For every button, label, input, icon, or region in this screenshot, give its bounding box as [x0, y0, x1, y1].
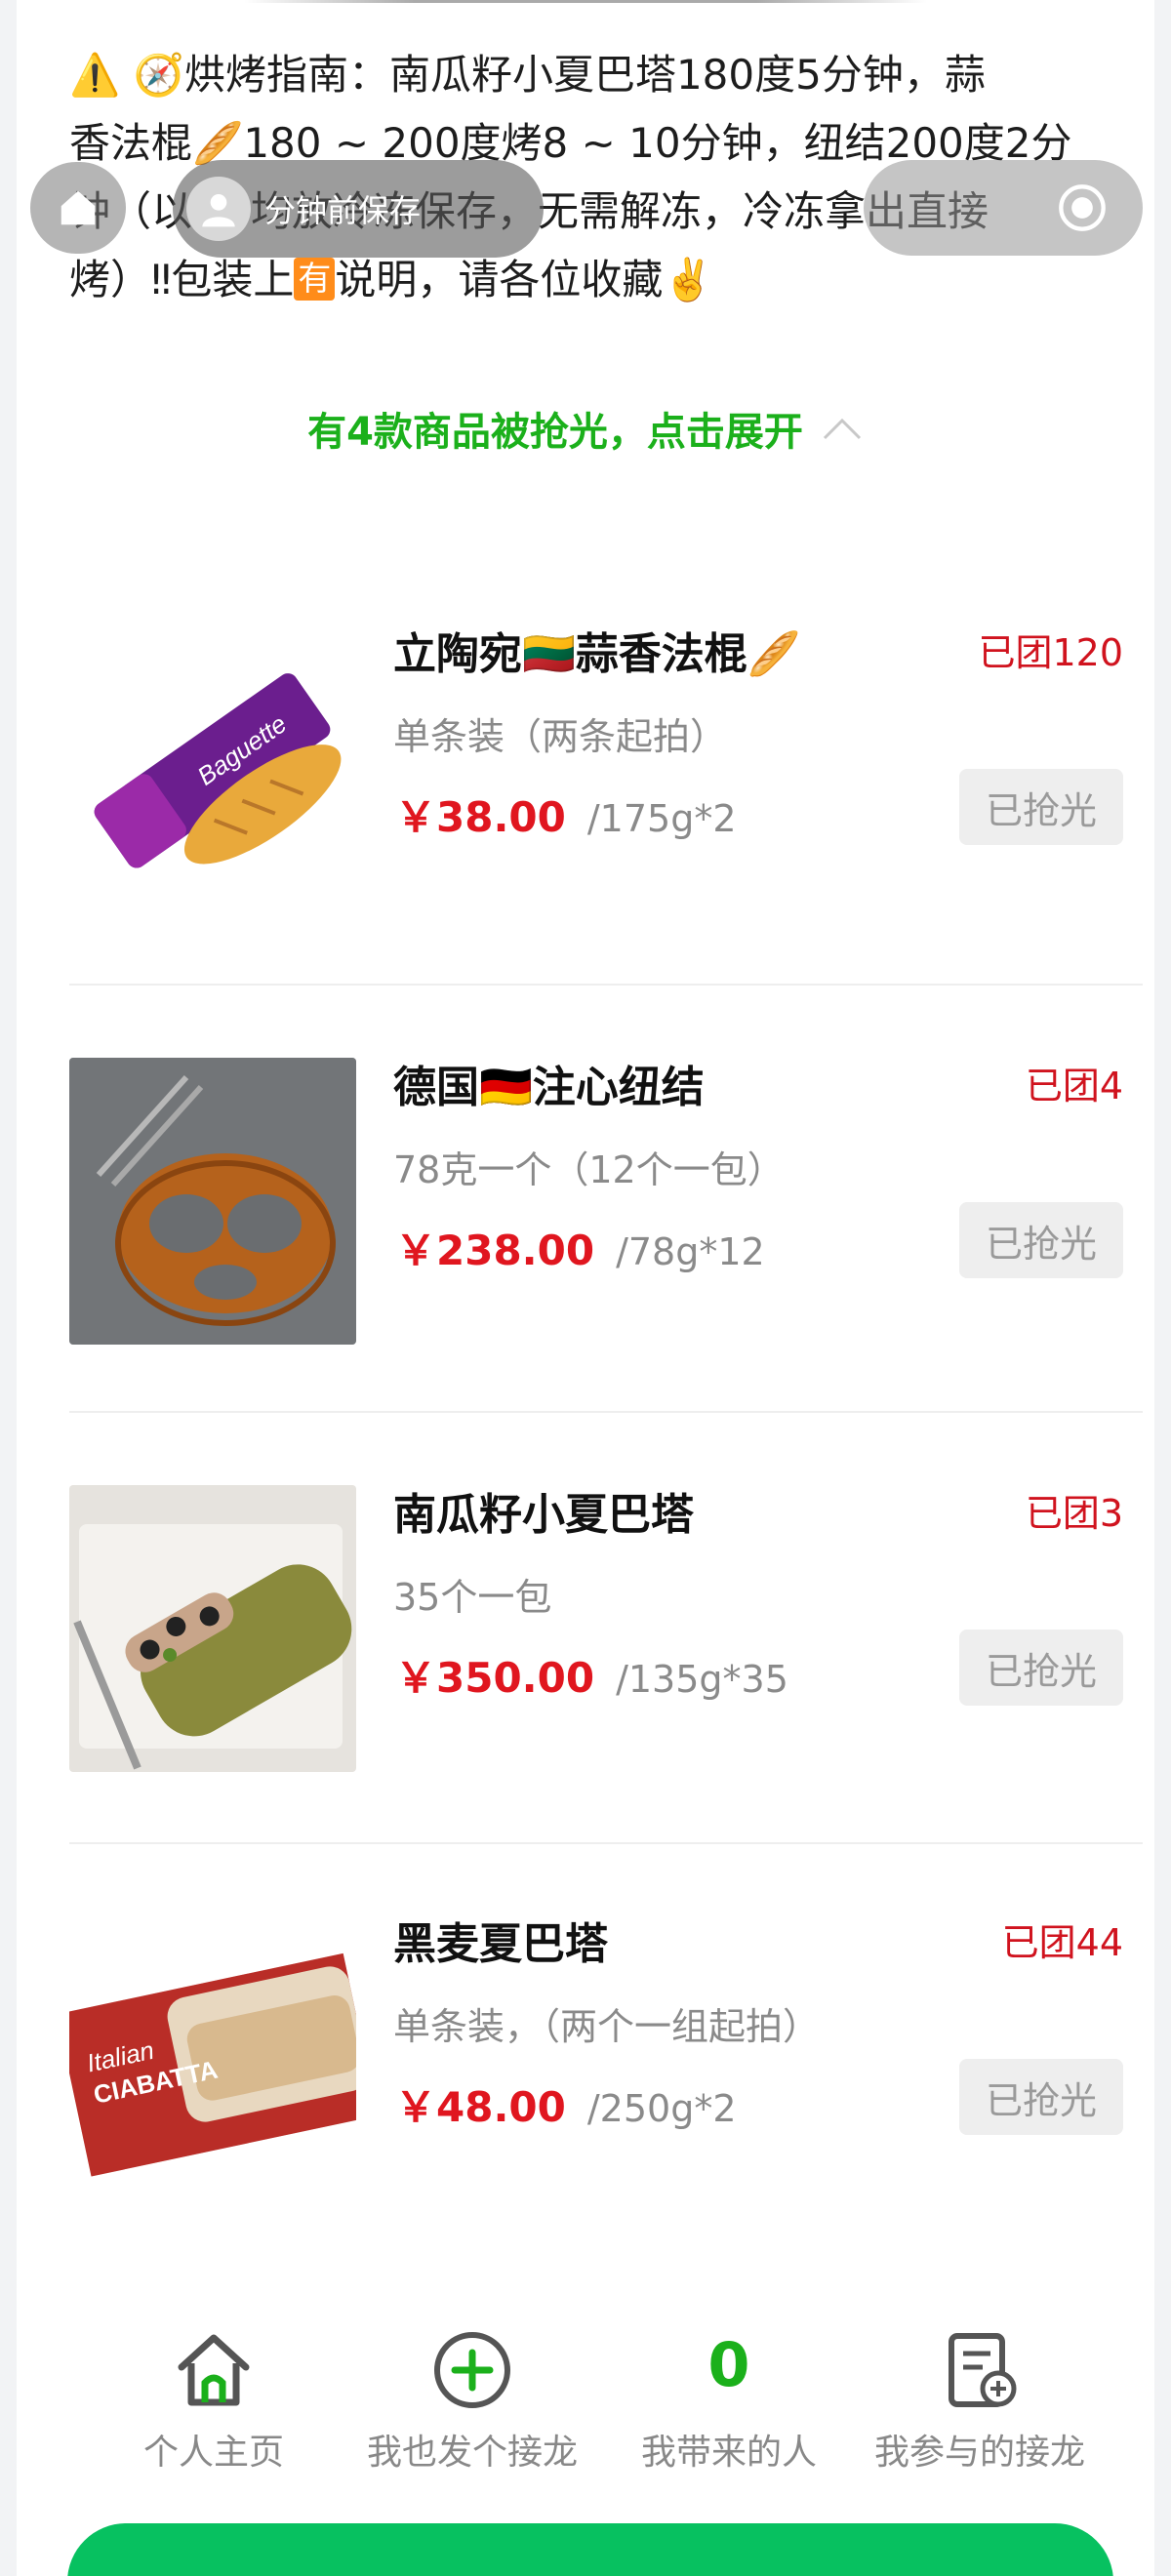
compass-icon: 🧭 [133, 51, 184, 99]
nav-label-joined: 我参与的接龙 [873, 2433, 1085, 2473]
chevron-up-icon [823, 418, 861, 440]
divider [69, 984, 1143, 986]
soldout-button[interactable]: 已抢光 [959, 1202, 1123, 1278]
warning-icon: ⚠️ [69, 51, 121, 99]
product-image-rye-ciabatta: Italian CIABATTA [69, 1914, 356, 2201]
product-card[interactable]: Baguette 立陶宛🇱🇹蒜香法棍🥖 已团120 单条装（两条起拍） ￥38.… [69, 624, 1141, 1054]
product-card[interactable]: 南瓜籽小夏巴塔 已团3 35个一包 ￥350.00 /135g*35 已抢光 [69, 1485, 1141, 1914]
product-unit: /78g*12 [616, 1230, 765, 1273]
floating-home-button[interactable] [30, 162, 126, 254]
pill-text: 分钟前保存 [264, 192, 422, 229]
soldout-button[interactable]: 已抢光 [959, 2059, 1123, 2135]
you-badge: 有 [294, 258, 336, 301]
floating-record-button[interactable] [864, 160, 1143, 256]
price-row: ￥350.00 /135g*35 [395, 1645, 788, 1705]
guide-line-4-text-a: 烤）‼包装上 [69, 256, 295, 303]
divider [69, 1842, 1143, 1844]
product-spec: 78克一个（12个一包） [393, 1148, 785, 1191]
product-name[interactable]: 立陶宛🇱🇹蒜香法棍🥖 [393, 619, 801, 681]
sold-count: 已团3 [1025, 1492, 1123, 1535]
victory-hand-icon: ✌️ [663, 256, 714, 303]
nav-item-invited[interactable]: 0 我带来的人 [631, 2322, 827, 2473]
product-card[interactable]: Italian CIABATTA 黑麦夏巴塔 已团44 单条装，（两个一组起拍）… [69, 1914, 1141, 2344]
product-card[interactable]: 德国🇩🇪注心纽结 已团4 78克一个（12个一包） ￥238.00 /78g*1… [69, 1058, 1141, 1487]
sold-count: 已团44 [1001, 1921, 1123, 1964]
guide-line-1: ⚠️ 🧭烘烤指南：南瓜籽小夏巴塔180度5分钟，蒜 [69, 41, 1123, 109]
invited-count: 0 [707, 2329, 750, 2400]
expand-text: 有4款商品被抢光，点击展开 [307, 410, 803, 455]
avatar [186, 177, 251, 241]
primary-action-button[interactable] [67, 2523, 1113, 2576]
nav-label-create: 我也发个接龙 [366, 2433, 578, 2473]
product-unit: /135g*35 [616, 1658, 788, 1701]
guide-line-1-text: 烘烤指南：南瓜籽小夏巴塔180度5分钟，蒜 [183, 51, 986, 99]
product-image-pretzel [69, 1058, 356, 1345]
sold-count: 已团4 [1025, 1065, 1123, 1107]
nav-item-joined[interactable]: 我参与的接龙 [858, 2322, 1102, 2473]
plus-circle-icon [434, 2332, 510, 2408]
product-name[interactable]: 德国🇩🇪注心纽结 [393, 1052, 705, 1114]
home-icon [61, 190, 96, 225]
product-name[interactable]: 黑麦夏巴塔 [393, 1909, 608, 1971]
product-spec: 35个一包 [393, 1576, 552, 1619]
soldout-button[interactable]: 已抢光 [959, 769, 1123, 845]
nav-item-home[interactable]: 个人主页 [124, 2322, 303, 2473]
price-row: ￥238.00 /78g*12 [395, 1218, 765, 1277]
nav-item-create[interactable]: 我也发个接龙 [350, 2322, 594, 2473]
soldout-button[interactable]: 已抢光 [959, 1630, 1123, 1706]
product-spec: 单条装，（两个一组起拍） [393, 2005, 821, 2048]
record-icon [1059, 184, 1106, 231]
guide-line-2-text-a: 香法棍 [69, 119, 193, 167]
sold-count: 已团120 [978, 631, 1123, 674]
divider [69, 1411, 1143, 1413]
document-plus-icon [949, 2333, 1017, 2407]
product-spec: 单条装（两条起拍） [393, 715, 728, 758]
product-image-pumpkin-ciabatta [69, 1485, 356, 1772]
product-unit: /175g*2 [586, 797, 737, 840]
nav-label-invited: 我带来的人 [640, 2433, 817, 2473]
expand-soldout-link[interactable]: 有4款商品被抢光，点击展开 [17, 400, 1154, 457]
price-row: ￥38.00 /175g*2 [395, 785, 737, 844]
page: ⚠️ 🧭烘烤指南：南瓜籽小夏巴塔180度5分钟，蒜 香法棍🥖180 ~ 200度… [17, 0, 1154, 2576]
product-price: ￥238.00 [395, 1227, 595, 1274]
product-name[interactable]: 南瓜籽小夏巴塔 [393, 1479, 694, 1542]
price-row: ￥48.00 /250g*2 [395, 2074, 737, 2134]
product-image-baguette: Baguette [69, 624, 356, 911]
guide-line-4-text-b: 说明，请各位收藏 [335, 256, 664, 303]
floating-author-pill[interactable]: 分钟前保存 [173, 160, 544, 258]
user-icon [202, 194, 235, 227]
product-price: ￥350.00 [395, 1654, 595, 1702]
product-price: ￥38.00 [395, 793, 566, 841]
product-unit: /250g*2 [586, 2087, 737, 2130]
bottom-nav: 个人主页 我也发个接龙 0 我带来的人 我参与的接龙 [17, 2322, 1154, 2478]
nav-label-home: 个人主页 [142, 2433, 284, 2473]
home-outline-icon [178, 2334, 250, 2406]
product-price: ￥48.00 [395, 2083, 566, 2131]
